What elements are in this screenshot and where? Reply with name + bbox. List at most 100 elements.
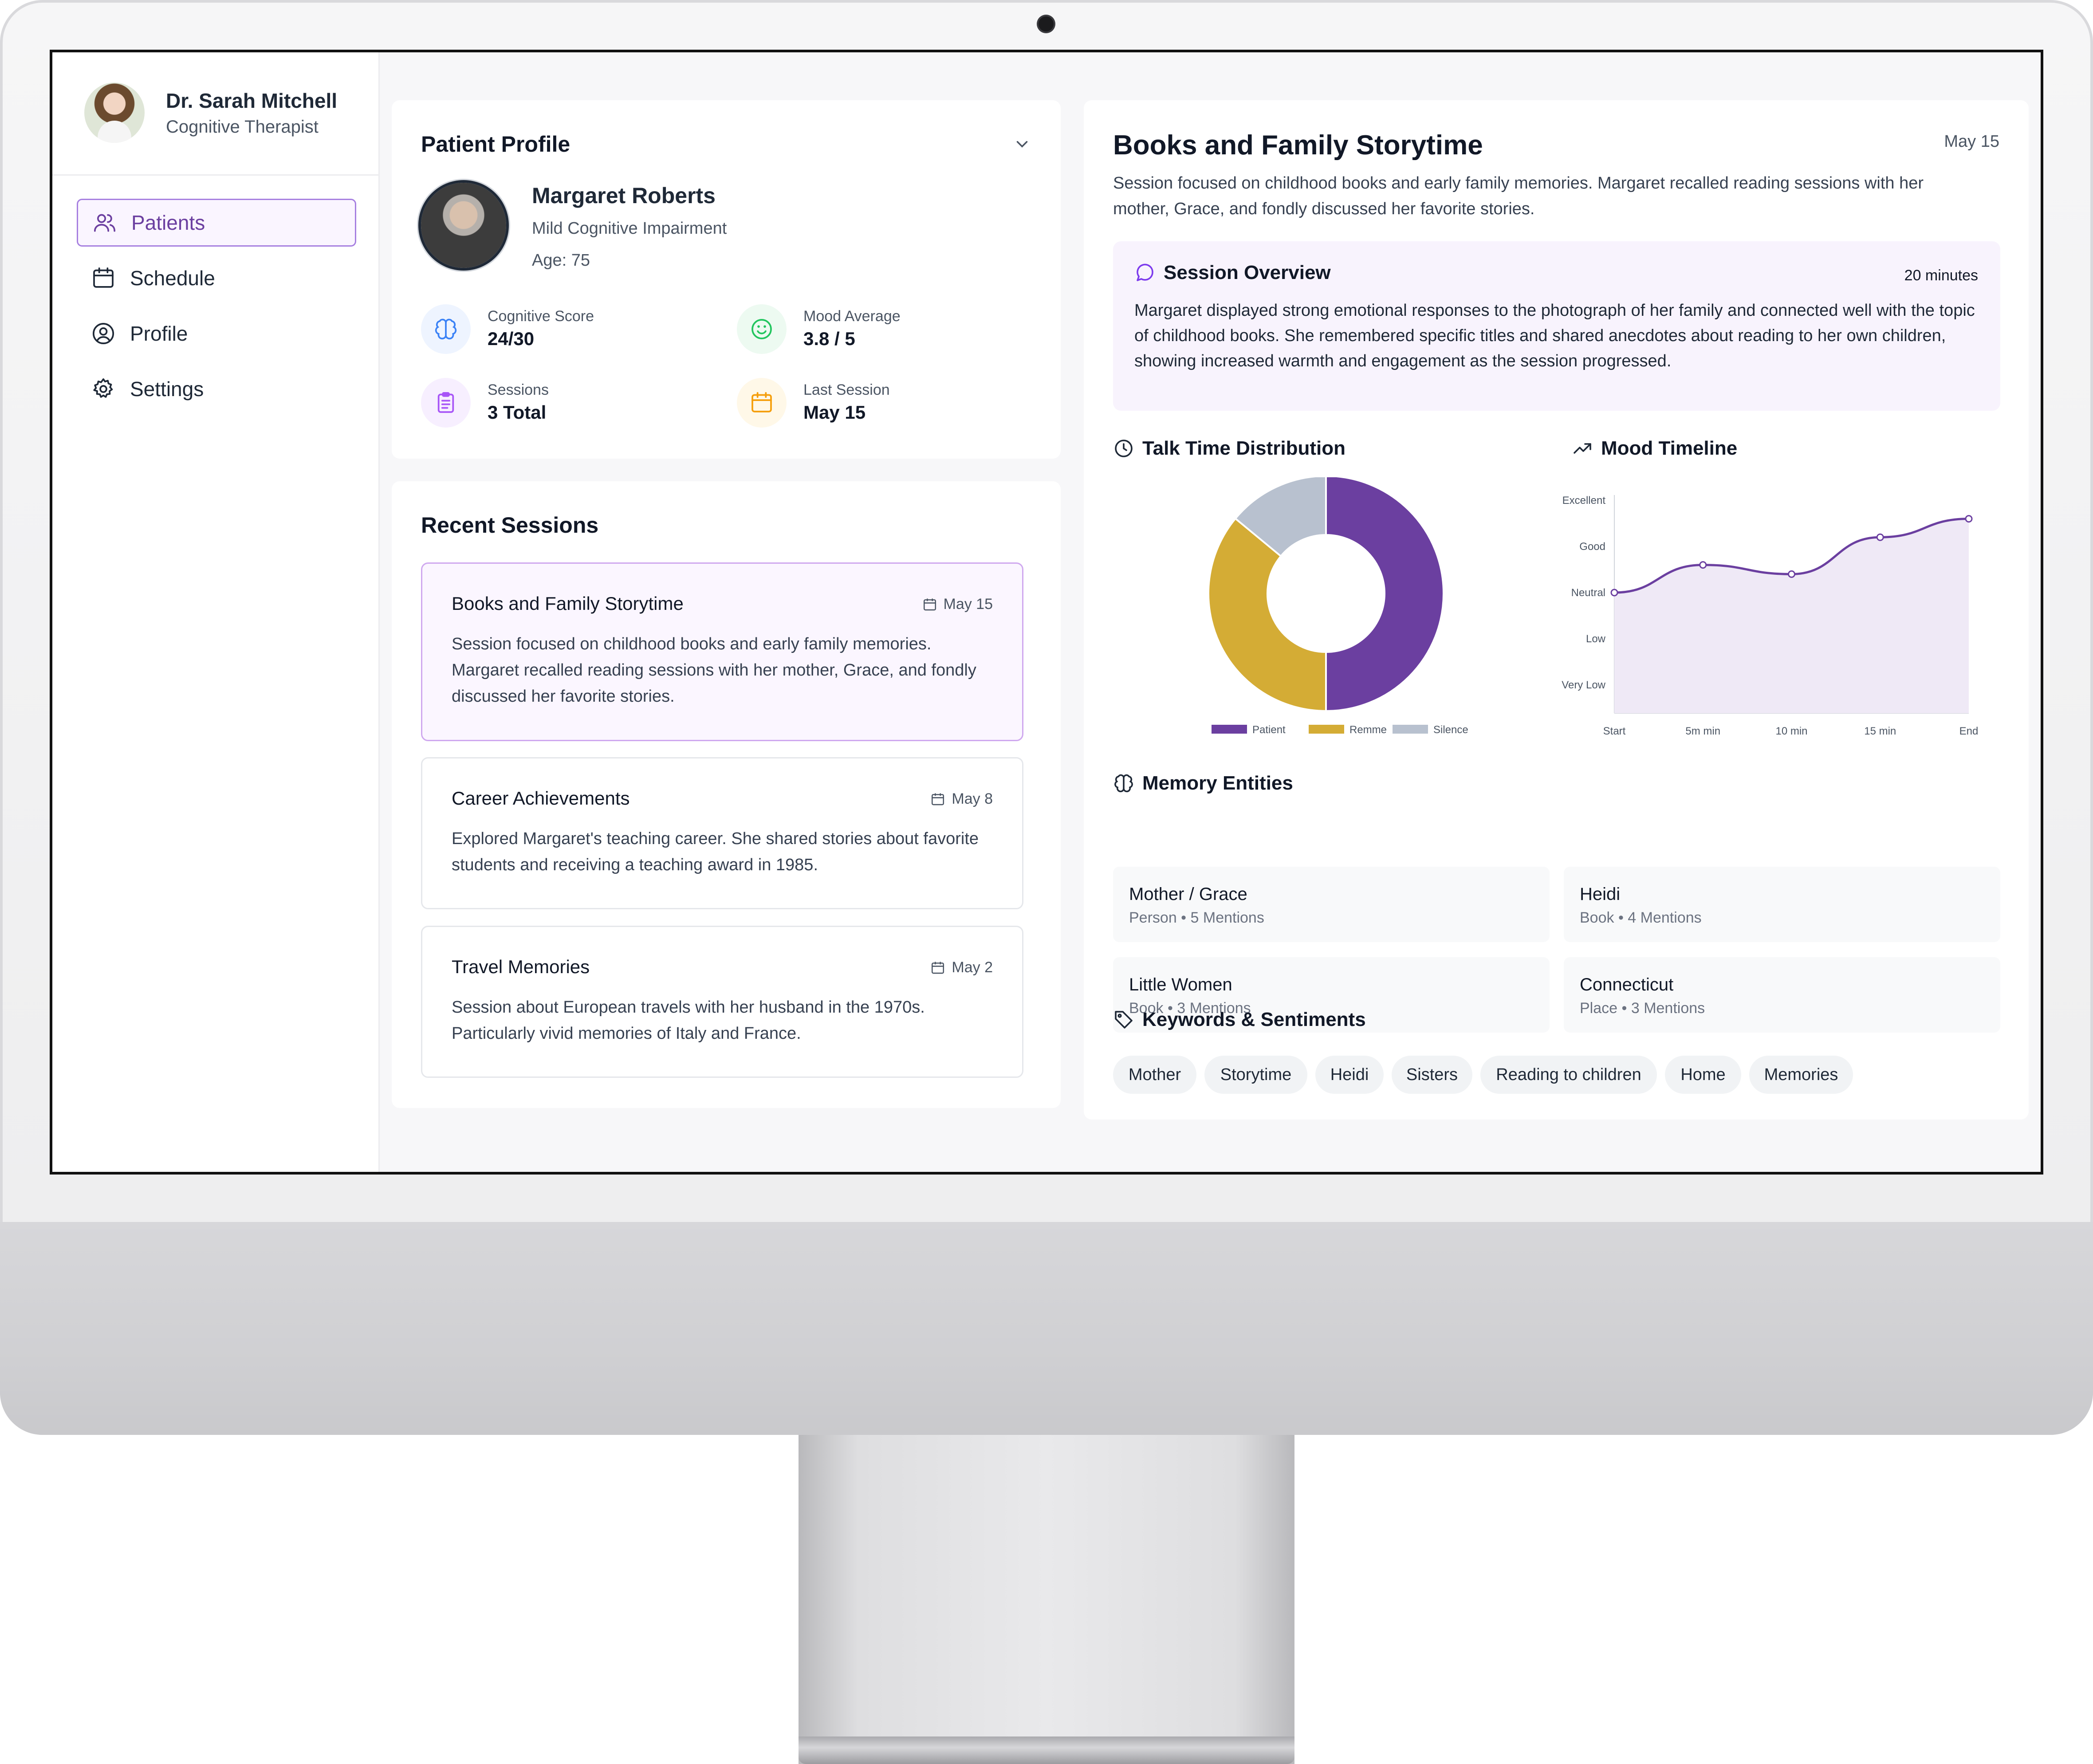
pie-slice-patient[interactable] (1325, 477, 1444, 712)
detail-title: Books and Family Storytime (1113, 130, 1483, 161)
talk-time-title: Talk Time Distribution (1142, 437, 1346, 459)
legend-label: Silence (1433, 724, 1468, 736)
x-tick-label: 10 min (1775, 725, 1807, 737)
smile-icon (751, 319, 772, 339)
overview-duration: 20 minutes (1904, 267, 1978, 284)
brain-icon (435, 318, 457, 340)
keyword-chip[interactable]: Storytime (1204, 1056, 1307, 1094)
session-detail-card: Books and Family Storytime May 15 Sessio… (1084, 100, 2029, 1120)
overview-title: Session Overview (1164, 262, 1331, 283)
mood-point[interactable] (1876, 533, 1884, 541)
session-date-label: May 15 (943, 596, 993, 613)
sidebar-item-label: Schedule (130, 267, 215, 290)
session-date-label: May 2 (952, 959, 993, 976)
keyword-chip[interactable]: Mother (1113, 1056, 1196, 1094)
y-tick-label: Neutral (1571, 587, 1605, 599)
detail-date: May 15 (1944, 132, 1999, 151)
session-card[interactable]: Books and Family Storytime May 15 Sessio… (421, 562, 1023, 741)
session-date: May 2 (930, 959, 993, 976)
keyword-chip[interactable]: Heidi (1315, 1056, 1384, 1094)
keywords-heading: Keywords & Sentiments (1113, 1009, 1366, 1031)
patient-profile-card: Patient Profile Margaret Roberts Mild Co… (392, 100, 1061, 459)
mood-point[interactable] (1788, 570, 1795, 578)
legend-swatch (1212, 725, 1247, 734)
camera-icon (1039, 16, 1054, 31)
x-tick-label: 5m min (1685, 725, 1720, 737)
mood-point[interactable] (1699, 561, 1707, 569)
session-card[interactable]: Career Achievements May 8 Explored Marga… (421, 757, 1023, 909)
sidebar-item-settings[interactable]: Settings (77, 365, 356, 413)
therapist-name: Dr. Sarah Mitchell (166, 89, 338, 112)
chevron-down-icon[interactable] (1013, 135, 1031, 153)
app-screen: Dr. Sarah Mitchell Cognitive Therapist P… (50, 50, 2043, 1175)
stat-label: Mood Average (803, 308, 901, 325)
pie-slice-remme[interactable] (1208, 517, 1327, 712)
sidebar-item-label: Profile (130, 322, 188, 345)
entity-meta: Person • 5 Mentions (1129, 909, 1264, 926)
card-title: Patient Profile (421, 132, 570, 157)
talk-time-chart: Patient Remme Silence (1208, 477, 1468, 736)
mood-point[interactable] (1965, 515, 1973, 523)
entity-name: Little Women (1129, 975, 1232, 994)
keyword-chip[interactable]: Reading to children (1480, 1056, 1657, 1094)
x-tick-label: 15 min (1864, 725, 1896, 737)
stat-label: Sessions (488, 381, 549, 398)
card-title: Recent Sessions (421, 513, 599, 538)
entity-card[interactable]: Heidi Book • 4 Mentions (1564, 867, 2000, 942)
keyword-chip[interactable]: Home (1665, 1056, 1741, 1094)
gear-icon (93, 378, 113, 398)
brain-icon (1114, 774, 1133, 793)
sidebar-item-schedule[interactable]: Schedule (77, 254, 356, 302)
calendar-icon (923, 598, 936, 610)
overview-text: Margaret displayed strong emotional resp… (1134, 301, 1975, 370)
session-card[interactable]: Travel Memories May 2 Session about Euro… (421, 926, 1023, 1078)
calendar-icon (932, 793, 944, 805)
clock-icon (1115, 440, 1133, 457)
keywords-title: Keywords & Sentiments (1142, 1009, 1366, 1030)
cognitive-score-icon-wrap (421, 304, 471, 354)
calendar-icon (93, 267, 114, 288)
x-tick-label: End (1959, 725, 1979, 737)
entity-meta: Book • 4 Mentions (1580, 909, 1702, 926)
sidebar-item-patients[interactable]: Patients (77, 199, 356, 247)
entity-card[interactable]: Connecticut Place • 3 Mentions (1564, 957, 2000, 1033)
patient-condition: Mild Cognitive Impairment (532, 219, 727, 238)
stat-label: Last Session (803, 381, 890, 398)
legend-swatch (1393, 725, 1428, 734)
session-date-label: May 8 (952, 790, 993, 807)
entity-card[interactable]: Mother / Grace Person • 5 Mentions (1113, 867, 1550, 942)
y-tick-label: Low (1586, 633, 1606, 645)
sidebar-divider (52, 174, 380, 176)
session-title: Travel Memories (452, 956, 590, 977)
mood-point[interactable] (1610, 589, 1618, 597)
calendar-icon (751, 392, 772, 413)
clipboard-icon (437, 392, 454, 413)
stat-value: 3 Total (488, 402, 547, 423)
memory-entities-heading: Memory Entities (1113, 772, 1293, 794)
sessions-icon-wrap (421, 378, 471, 428)
tag-icon (1115, 1011, 1133, 1029)
patient-age: Age: 75 (532, 251, 590, 270)
therapist-avatar[interactable] (84, 83, 145, 143)
overview-heading: Session Overview (1134, 262, 1331, 284)
calendar-icon (932, 962, 944, 974)
users-icon (94, 214, 116, 232)
memory-entities-title: Memory Entities (1142, 772, 1293, 794)
session-description: Session focused on childhood books and e… (452, 635, 976, 706)
keyword-chip[interactable]: Sisters (1392, 1056, 1472, 1094)
session-description: Explored Margaret's teaching career. She… (452, 829, 979, 874)
sidebar-item-profile[interactable]: Profile (77, 310, 356, 358)
message-circle-icon (1137, 263, 1153, 281)
y-tick-label: Very Low (1562, 679, 1605, 691)
last-session-icon-wrap (737, 378, 787, 428)
mood-area-fill (1614, 519, 1969, 713)
keyword-chip[interactable]: Memories (1749, 1056, 1853, 1094)
session-description: Session about European travels with her … (452, 998, 925, 1043)
session-overview: Session Overview 20 minutes Margaret dis… (1113, 241, 2000, 411)
recent-sessions-card: Recent Sessions Books and Family Storyti… (392, 481, 1061, 1108)
trending-up-icon (1574, 443, 1591, 454)
session-title: Career Achievements (452, 788, 630, 809)
mood-timeline-title: Mood Timeline (1601, 437, 1738, 459)
sidebar: Dr. Sarah Mitchell Cognitive Therapist P… (52, 52, 380, 1172)
stat-value: May 15 (803, 402, 866, 423)
